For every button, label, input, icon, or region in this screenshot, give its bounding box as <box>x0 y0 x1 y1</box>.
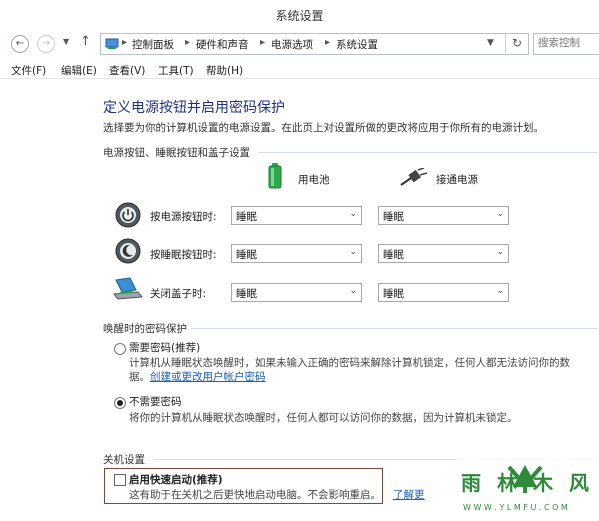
recent-pages-dropdown[interactable]: ▼ <box>63 37 69 46</box>
chevron-right-icon: ▸ <box>185 37 191 48</box>
battery-column-header: 用电池 <box>298 174 330 186</box>
learn-more-link[interactable]: 了解更 <box>393 487 425 502</box>
require-password-desc-cont: 据。 <box>129 371 150 383</box>
power-button-battery-select[interactable]: 睡眠 ⌄ <box>231 206 362 225</box>
power-plug-icon <box>400 168 428 186</box>
page-title: 定义电源按钮并启用密码保护 <box>103 100 285 116</box>
lid-close-battery-select[interactable]: 睡眠 ⌄ <box>231 283 362 302</box>
breadcrumb-system-settings[interactable]: 系统设置 <box>336 37 378 52</box>
breadcrumb-power-options[interactable]: 电源选项 <box>271 37 313 52</box>
lid-close-label: 关闭盖子时: <box>150 288 207 300</box>
page-subtitle: 选择要为你的计算机设置的电源设置。在此页上对设置所做的更改将应用于你所有的电源计… <box>103 122 544 134</box>
require-password-label[interactable]: 需要密码(推荐) <box>129 340 200 355</box>
back-button[interactable]: ← <box>11 35 29 53</box>
watermark-text: 雨林木风 <box>461 471 599 495</box>
chevron-down-icon: ⌄ <box>496 286 504 296</box>
breadcrumb-hardware-sound[interactable]: 硬件和声音 <box>196 37 249 52</box>
address-bar[interactable]: ▸ 控制面板 ▸ 硬件和声音 ▸ 电源选项 ▸ 系统设置 ▼ <box>100 33 529 55</box>
search-input[interactable] <box>534 34 599 52</box>
change-password-link[interactable]: 创建或更改用户帐户密码 <box>150 369 266 384</box>
no-password-label[interactable]: 不需要密码 <box>129 394 182 409</box>
search-box[interactable] <box>533 33 599 55</box>
chevron-right-icon: ▸ <box>260 37 266 48</box>
menu-tools[interactable]: 工具(T) <box>158 63 194 78</box>
lid-close-plugged-select[interactable]: 睡眠 ⌄ <box>378 283 509 302</box>
sleep-button-plugged-select[interactable]: 睡眠 ⌄ <box>378 244 509 263</box>
menu-edit[interactable]: 编辑(E) <box>61 63 97 78</box>
up-button[interactable]: ↑ <box>80 34 91 49</box>
menu-view[interactable]: 查看(V) <box>109 63 145 78</box>
power-button-icon <box>115 202 141 228</box>
breadcrumb-control-panel[interactable]: 控制面板 <box>132 37 174 52</box>
up-arrow-icon: ↑ <box>80 34 91 49</box>
plugged-column-header: 接通电源 <box>436 174 478 186</box>
require-password-desc: 计算机从睡眠状态唤醒时，如果未输入正确的密码来解除计算机锁定，任何人都无法访问你… <box>129 357 570 369</box>
power-button-label: 按电源按钮时: <box>150 211 217 223</box>
fast-startup-desc: 这有助于在关机之后更快地启动电脑。不会影响重启。 <box>129 489 381 501</box>
refresh-icon: ↻ <box>511 36 523 50</box>
laptop-lid-icon <box>113 277 143 300</box>
address-dropdown[interactable]: ▼ <box>487 38 494 48</box>
forward-arrow-icon: → <box>41 38 51 49</box>
chevron-right-icon: ▸ <box>325 37 331 48</box>
no-password-radio[interactable] <box>114 397 126 409</box>
sleep-button-label: 按睡眠按钮时: <box>150 249 217 261</box>
chevron-right-icon: ▸ <box>122 37 128 48</box>
refresh-button[interactable]: ↻ <box>505 33 528 53</box>
back-arrow-icon: ← <box>15 38 25 49</box>
fast-startup-label[interactable]: 启用快速启动(推荐) <box>129 472 223 487</box>
require-password-radio[interactable] <box>114 343 126 355</box>
no-password-desc: 将你的计算机从睡眠状态唤醒时，任何人都可以访问你的数据，因为计算机未锁定。 <box>129 412 518 424</box>
chevron-down-icon: ⌄ <box>349 209 357 219</box>
sleep-button-icon <box>115 238 141 264</box>
control-panel-icon <box>105 38 119 49</box>
chevron-down-icon: ⌄ <box>349 286 357 296</box>
chevron-down-icon: ⌄ <box>496 247 504 257</box>
watermark-url: W W W . Y L M F U . C O M <box>463 503 568 512</box>
forward-button[interactable]: → <box>37 35 55 53</box>
menu-file[interactable]: 文件(F) <box>11 63 46 78</box>
wake-section-header: 唤醒时的密码保护 <box>103 323 187 335</box>
fast-startup-checkbox[interactable] <box>114 474 126 486</box>
shutdown-section-header: 关机设置 <box>103 454 145 466</box>
sleep-button-battery-select[interactable]: 睡眠 ⌄ <box>231 244 362 263</box>
power-button-plugged-select[interactable]: 睡眠 ⌄ <box>378 206 509 225</box>
section-divider <box>191 328 598 329</box>
battery-icon <box>268 163 282 189</box>
chevron-down-icon: ⌄ <box>496 209 504 219</box>
window-title: 系统设置 <box>275 9 324 23</box>
chevron-down-icon: ⌄ <box>349 247 357 257</box>
power-section-header: 电源按钮、睡眠按钮和盖子设置 <box>103 147 250 159</box>
section-divider <box>258 152 598 153</box>
menu-help[interactable]: 帮助(H) <box>206 63 243 78</box>
watermark: 雨林木风 W W W . Y L M F U . C O M <box>455 457 599 521</box>
